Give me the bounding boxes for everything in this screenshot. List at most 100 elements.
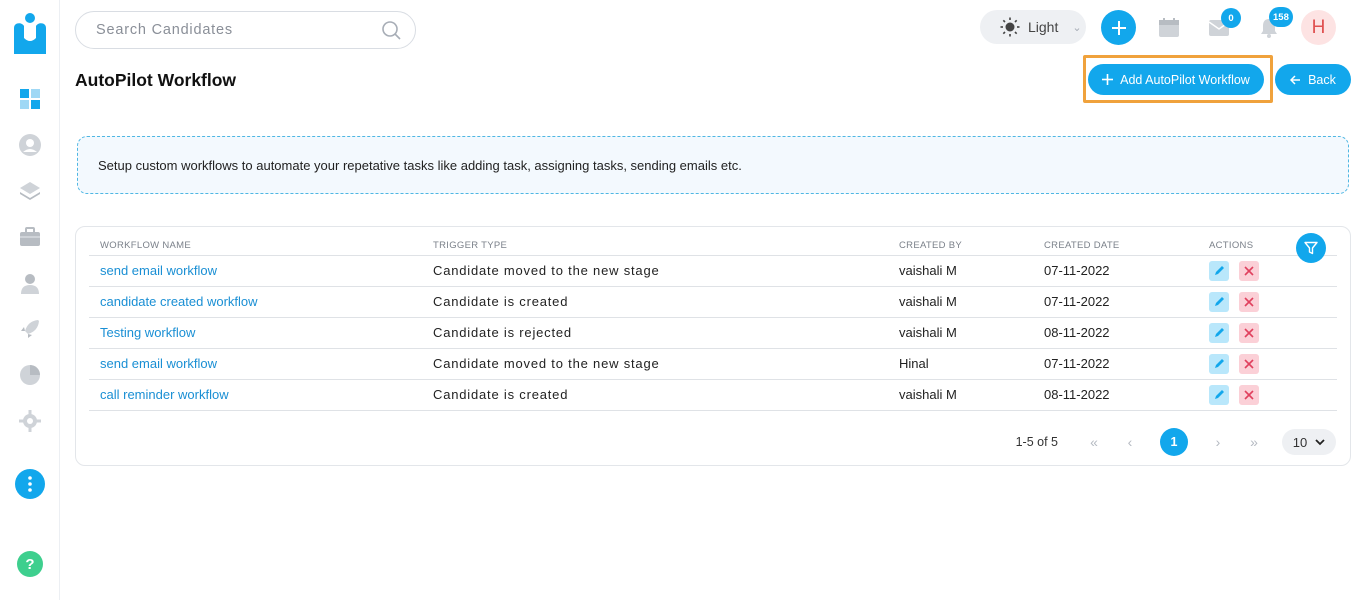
candidates-icon[interactable] bbox=[17, 132, 43, 158]
table-row: call reminder workflow Candidate is crea… bbox=[89, 379, 1337, 411]
app-logo[interactable] bbox=[10, 10, 50, 56]
close-icon bbox=[1244, 296, 1254, 307]
delete-button[interactable] bbox=[1238, 291, 1259, 312]
table-row: Testing workflow Candidate is rejected v… bbox=[89, 317, 1337, 349]
prev-page-icon[interactable]: ‹ bbox=[1112, 434, 1148, 450]
filter-button[interactable] bbox=[1296, 233, 1326, 263]
avatar[interactable]: H bbox=[1301, 10, 1336, 45]
delete-button[interactable] bbox=[1238, 384, 1259, 405]
close-icon bbox=[1244, 327, 1254, 338]
created-date: 07-11-2022 bbox=[1033, 255, 1198, 287]
back-button-label: Back bbox=[1308, 72, 1336, 87]
current-page-button[interactable]: 1 bbox=[1160, 428, 1188, 456]
created-date: 08-11-2022 bbox=[1033, 379, 1198, 411]
page-size-select[interactable]: 10 bbox=[1282, 429, 1336, 455]
last-page-icon[interactable]: » bbox=[1236, 434, 1272, 450]
table-row: candidate created workflow Candidate is … bbox=[89, 286, 1337, 318]
column-header[interactable]: WORKFLOW NAME bbox=[89, 227, 422, 256]
mail-badge: 0 bbox=[1221, 8, 1241, 28]
workflow-table: WORKFLOW NAME TRIGGER TYPE CREATED BY CR… bbox=[89, 227, 1337, 411]
page-size-value: 10 bbox=[1292, 434, 1308, 450]
plus-icon bbox=[1111, 20, 1126, 35]
pencil-icon bbox=[1214, 328, 1224, 337]
calendar-icon[interactable] bbox=[1157, 16, 1181, 40]
edit-button[interactable] bbox=[1209, 322, 1229, 343]
created-date: 07-11-2022 bbox=[1033, 348, 1198, 380]
workflow-name-link[interactable]: send email workflow bbox=[100, 263, 217, 278]
created-by: vaishali M bbox=[888, 379, 1033, 411]
close-icon bbox=[1244, 265, 1254, 276]
add-autopilot-workflow-button[interactable]: Add AutoPilot Workflow bbox=[1088, 64, 1264, 95]
edit-button[interactable] bbox=[1209, 260, 1229, 281]
page-title: AutoPilot Workflow bbox=[75, 70, 237, 90]
delete-button[interactable] bbox=[1238, 322, 1259, 343]
column-header[interactable]: CREATED DATE bbox=[1033, 227, 1198, 256]
created-date: 07-11-2022 bbox=[1033, 286, 1198, 318]
created-date: 08-11-2022 bbox=[1033, 317, 1198, 349]
info-box: Setup custom workflows to automate your … bbox=[77, 136, 1349, 194]
close-icon bbox=[1244, 358, 1254, 369]
back-button[interactable]: Back bbox=[1275, 64, 1351, 95]
dashboard-icon[interactable] bbox=[17, 86, 43, 112]
table-row: send email workflow Candidate moved to t… bbox=[89, 255, 1337, 287]
jobs-briefcase-icon[interactable] bbox=[17, 224, 43, 250]
close-icon bbox=[1244, 389, 1254, 400]
settings-gear-icon[interactable] bbox=[17, 408, 43, 434]
sun-icon bbox=[1000, 17, 1020, 37]
workflow-name-link[interactable]: Testing workflow bbox=[100, 325, 195, 340]
plus-icon bbox=[1102, 74, 1114, 85]
autopilot-rocket-icon[interactable] bbox=[17, 316, 43, 342]
sidebar: ? bbox=[0, 0, 60, 600]
next-page-icon[interactable]: › bbox=[1200, 434, 1236, 450]
help-button[interactable]: ? bbox=[17, 551, 43, 577]
quick-add-button[interactable] bbox=[1101, 10, 1136, 45]
first-page-icon[interactable]: « bbox=[1076, 434, 1112, 450]
edit-button[interactable] bbox=[1209, 291, 1229, 312]
search-bar bbox=[75, 11, 416, 49]
chevron-down-icon: ⌄ bbox=[1072, 21, 1082, 34]
pencil-icon bbox=[1214, 266, 1224, 275]
info-text: Setup custom workflows to automate your … bbox=[98, 157, 742, 173]
edit-button[interactable] bbox=[1209, 353, 1229, 374]
workflow-name-link[interactable]: send email workflow bbox=[100, 356, 217, 371]
workflow-name-link[interactable]: call reminder workflow bbox=[100, 387, 229, 402]
created-by: Hinal bbox=[888, 348, 1033, 380]
created-by: vaishali M bbox=[888, 286, 1033, 318]
column-header[interactable]: CREATED BY bbox=[888, 227, 1033, 256]
delete-button[interactable] bbox=[1238, 353, 1259, 374]
reports-pie-icon[interactable] bbox=[17, 362, 43, 388]
search-input[interactable] bbox=[96, 22, 381, 38]
chevron-down-icon bbox=[1315, 438, 1325, 445]
column-header[interactable]: TRIGGER TYPE bbox=[422, 227, 888, 256]
pencil-icon bbox=[1214, 359, 1224, 368]
created-by: vaishali M bbox=[888, 317, 1033, 349]
pencil-icon bbox=[1214, 390, 1224, 399]
workflow-name-link[interactable]: candidate created workflow bbox=[100, 294, 258, 309]
table-row: send email workflow Candidate moved to t… bbox=[89, 348, 1337, 380]
workflow-table-card: WORKFLOW NAME TRIGGER TYPE CREATED BY CR… bbox=[75, 226, 1351, 466]
pagination: 1-5 of 5 « ‹ 1 › » 10 bbox=[1016, 428, 1336, 456]
trigger-type: Candidate is rejected bbox=[422, 317, 888, 349]
vertical-dots-icon bbox=[28, 476, 32, 492]
trigger-type: Candidate is created bbox=[422, 379, 888, 411]
add-button-label: Add AutoPilot Workflow bbox=[1120, 72, 1250, 87]
notification-badge: 158 bbox=[1269, 7, 1293, 27]
trigger-type: Candidate moved to the new stage bbox=[422, 348, 888, 380]
trigger-type: Candidate moved to the new stage bbox=[422, 255, 888, 287]
question-icon: ? bbox=[25, 555, 35, 573]
edit-button[interactable] bbox=[1209, 384, 1229, 405]
theme-label: Light bbox=[1028, 19, 1059, 35]
table-header-row: WORKFLOW NAME TRIGGER TYPE CREATED BY CR… bbox=[89, 227, 1337, 256]
pagination-range: 1-5 of 5 bbox=[1015, 435, 1058, 449]
users-icon[interactable] bbox=[17, 270, 43, 296]
layers-icon[interactable] bbox=[17, 178, 43, 204]
search-icon[interactable] bbox=[381, 20, 401, 40]
arrow-left-icon bbox=[1290, 74, 1301, 85]
trigger-type: Candidate is created bbox=[422, 286, 888, 318]
theme-toggle[interactable]: Light ⌄ bbox=[980, 10, 1086, 44]
created-by: vaishali M bbox=[888, 255, 1033, 287]
pencil-icon bbox=[1214, 297, 1224, 306]
more-options-button[interactable] bbox=[15, 469, 45, 499]
delete-button[interactable] bbox=[1238, 260, 1259, 281]
filter-icon bbox=[1304, 241, 1318, 255]
